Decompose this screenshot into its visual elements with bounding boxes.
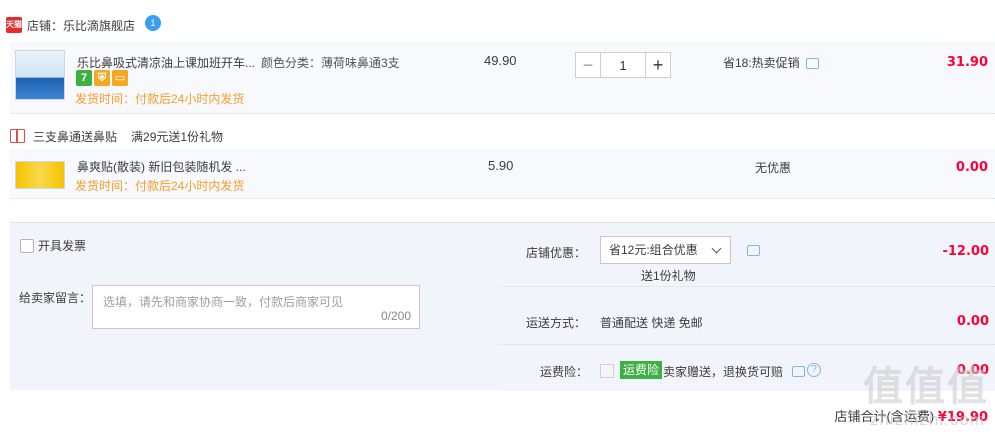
product-sku: 颜色分类：薄荷味鼻通3支 — [261, 56, 400, 70]
ship-time: 发货时间：付款后24小时内发货 — [75, 179, 245, 193]
chat-bubble-icon[interactable] — [747, 245, 760, 256]
product-title-link[interactable]: 鼻爽贴(散装) 新旧包装随机发 ... — [77, 158, 246, 175]
invoice-checkbox[interactable] — [20, 238, 34, 253]
tmall-logo: 天猫 — [6, 17, 22, 33]
wangwang-chat-icon[interactable]: 1 — [145, 15, 162, 31]
guarantee-shield-icon: ⛨ — [94, 70, 110, 86]
promo-label: 无优惠 — [755, 161, 792, 175]
decrease-quantity-button[interactable]: − — [575, 52, 601, 78]
gift-promo-row: 三支鼻通送鼻贴 满29元送1份礼物 — [10, 126, 223, 146]
store-label: 店铺： — [27, 18, 64, 33]
chat-bubble-icon[interactable] — [805, 58, 819, 69]
insurance-desc: 卖家赠送，退换货可赔 — [663, 365, 784, 379]
quantity-input[interactable]: 1 — [601, 52, 645, 78]
chat-bubble-icon[interactable] — [792, 366, 805, 377]
gift-icon — [10, 129, 25, 143]
product-thumbnail[interactable] — [15, 50, 65, 100]
invoice-option[interactable]: 开具发票 — [20, 237, 86, 254]
gift-desc: 满29元送1份礼物 — [131, 129, 224, 144]
line-total: 0.00 — [955, 160, 988, 175]
cart-item-row: 鼻爽贴(散装) 新旧包装随机发 ... 发货时间：付款后24小时内发货 5.90… — [10, 149, 995, 199]
help-icon[interactable]: ? — [807, 363, 821, 377]
store-discount-select[interactable]: 省12元:组合优惠 — [600, 236, 731, 264]
increase-quantity-button[interactable]: + — [645, 52, 671, 78]
service-badges: 7 ⛨ ▭ — [76, 70, 128, 86]
seller-message-input[interactable]: 选填，请先和商家协商一致，付款后商家可见 0/200 — [92, 285, 420, 329]
store-discount-row: 店铺优惠： 省12元:组合优惠 送1份礼物 -12.00 — [500, 223, 995, 287]
store-discount-label: 店铺优惠： — [526, 246, 587, 260]
order-summary: 开具发票 给卖家留言： 选填，请先和商家协商一致，付款后商家可见 0/200 店… — [10, 222, 995, 391]
promo-text: 省18:热卖促销 — [723, 54, 819, 71]
insurance-checkbox[interactable] — [600, 364, 614, 378]
unit-price: 5.90 — [488, 158, 514, 173]
insurance-label: 运费险： — [540, 365, 589, 379]
store-name-link[interactable]: 乐比滴旗舰店 — [63, 17, 135, 34]
message-label: 给卖家留言： — [19, 291, 92, 305]
line-total: 31.90 — [946, 55, 988, 70]
product-thumbnail[interactable] — [15, 161, 65, 189]
seven-day-return-icon: 7 — [76, 70, 92, 86]
shipping-amount: 0.00 — [956, 314, 989, 329]
invoice-label: 开具发票 — [38, 239, 87, 253]
shipping-method: 普通配送 快递 免邮 — [600, 316, 703, 330]
credit-card-icon: ▭ — [112, 70, 128, 86]
promo-label: 省18:热卖促销 — [723, 56, 800, 70]
watermark-logo: 值值值 — [863, 365, 989, 409]
quantity-stepper: − 1 + — [575, 52, 671, 80]
watermark-url: zhizhizhi.com — [869, 410, 985, 429]
shipping-row: 运送方式： 普通配送 快递 免邮 0.00 — [500, 287, 995, 345]
shipping-label: 运送方式： — [526, 316, 587, 330]
store-discount-amount: -12.00 — [942, 244, 989, 259]
ship-time: 发货时间：付款后24小时内发货 — [75, 92, 245, 106]
insurance-tag: 运费险 — [620, 361, 663, 379]
order-options: 开具发票 给卖家留言： 选填，请先和商家协商一致，付款后商家可见 0/200 — [10, 223, 498, 391]
cart-item-row: 乐比鼻吸式清凉油上课加班开车... 颜色分类：薄荷味鼻通3支 7 ⛨ ▭ 发货时… — [10, 42, 995, 114]
product-title-link[interactable]: 乐比鼻吸式清凉油上课加班开车... — [77, 54, 255, 71]
unit-price: 49.90 — [484, 53, 517, 68]
store-header: 天猫 店铺： 乐比滴旗舰店 1 — [0, 12, 995, 38]
message-char-count: 0/200 — [380, 309, 411, 323]
gift-title: 三支鼻通送鼻贴 — [33, 129, 118, 144]
gift-note: 送1份礼物 — [641, 269, 696, 283]
message-placeholder: 选填，请先和商家协商一致，付款后商家可见 — [103, 295, 344, 309]
